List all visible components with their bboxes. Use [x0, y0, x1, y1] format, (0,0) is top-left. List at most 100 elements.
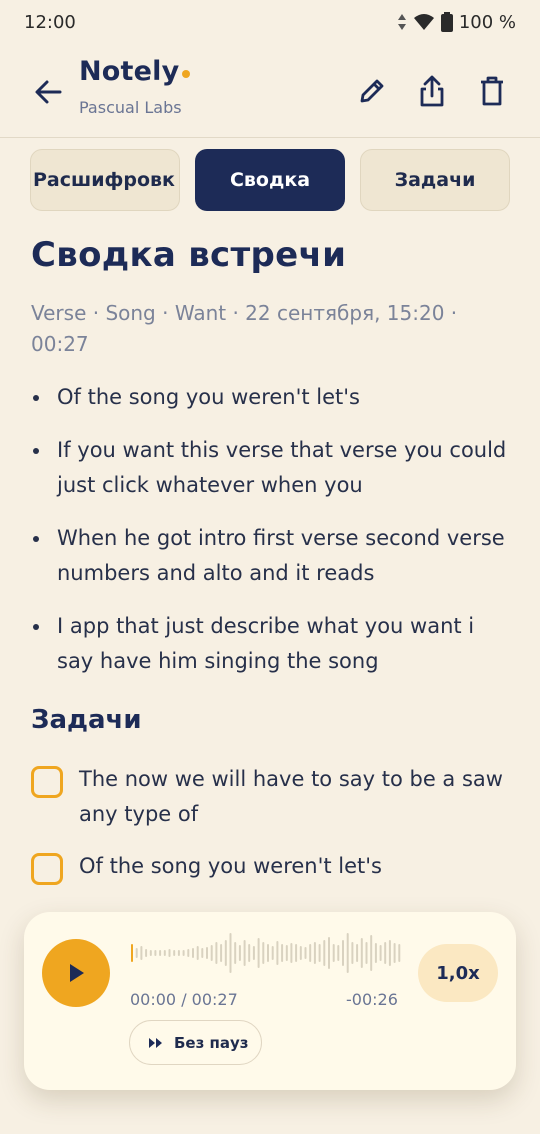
bullet-dot	[33, 448, 39, 454]
waveform-bar	[332, 944, 335, 962]
waveform-bar	[149, 950, 152, 956]
app-name: Notely	[79, 56, 180, 87]
waveform-bar	[163, 950, 166, 956]
summary-bullet: I app that just describe what you want i…	[31, 609, 511, 679]
waveform-bar	[337, 945, 340, 961]
skip-silence-button[interactable]: Без пауз	[129, 1020, 262, 1065]
arrow-back-icon	[35, 80, 62, 104]
waveform-bar	[196, 946, 199, 960]
playback-speed-button[interactable]: 1,0x	[418, 944, 498, 1002]
data-arrows-icon	[397, 14, 406, 30]
play-button[interactable]	[42, 939, 110, 1007]
waveform-bar	[346, 933, 349, 973]
waveform-bar	[356, 944, 359, 962]
summary-bullet-text: When he got intro first verse second ver…	[57, 526, 505, 585]
skip-silence-label: Без пауз	[174, 1033, 249, 1052]
waveform-bar	[248, 944, 251, 962]
waveform-bar	[182, 950, 185, 956]
waveform-bar	[393, 943, 396, 963]
app-brand: Notely	[79, 56, 191, 87]
waveform-bar	[379, 945, 382, 961]
summary-bullet: If you want this verse that verse you co…	[31, 433, 511, 503]
waveform-bar	[398, 944, 401, 962]
waveform-bar	[140, 946, 143, 960]
edit-button[interactable]	[356, 74, 388, 108]
summary-bullet-text: Of the song you weren't let's	[57, 385, 360, 409]
tab-summary[interactable]: Сводка	[195, 149, 345, 211]
bullet-dot	[33, 624, 39, 630]
task-text: Of the song you weren't let's	[79, 854, 382, 878]
back-button[interactable]	[30, 74, 66, 110]
waveform-bar	[290, 943, 293, 963]
waveform-bar	[388, 940, 391, 966]
waveform-bar	[328, 937, 330, 969]
skip-silence-icon	[149, 1037, 162, 1048]
waveform-bar	[229, 933, 232, 973]
waveform-bar	[267, 944, 269, 962]
remaining-time: -00:26	[346, 990, 398, 1009]
waveform-bar	[285, 945, 288, 961]
waveform-bar	[243, 940, 246, 966]
task-checkbox[interactable]	[31, 853, 63, 885]
waveform-bar	[234, 942, 237, 964]
task-item: The now we will have to say to be a saw …	[31, 766, 511, 832]
waveform-bar	[159, 950, 162, 956]
waveform-bar	[299, 946, 302, 960]
summary-bullet: When he got intro first verse second ver…	[31, 521, 511, 591]
waveform-bar	[342, 940, 344, 966]
waveform-bar	[252, 946, 255, 960]
waveform-bar	[173, 950, 176, 956]
audio-player: 00:00 / 00:27 -00:26 1,0x Без пауз	[24, 912, 516, 1090]
waveform-bar	[374, 943, 377, 963]
tab-bar: Расшифровк Сводка Задачи	[30, 149, 510, 211]
waveform-bar	[309, 944, 312, 962]
waveform-bar	[238, 945, 241, 961]
waveform-bar	[262, 942, 265, 964]
top-app-bar: Notely Pascual Labs	[0, 44, 540, 138]
waveform-bar	[351, 942, 354, 964]
waveform-bar	[201, 948, 204, 958]
waveform-bar	[224, 940, 227, 966]
summary-section: Сводка встречи Verse · Song · Want · 22 …	[31, 230, 511, 697]
waveform-bar	[313, 942, 316, 964]
summary-bullet-text: If you want this verse that verse you co…	[57, 438, 507, 497]
bullet-dot	[33, 536, 39, 542]
play-icon	[70, 964, 84, 982]
waveform-bar	[257, 938, 260, 968]
task-text: The now we will have to say to be a saw …	[79, 767, 503, 826]
waveform-bar	[271, 946, 274, 960]
waveform-bar	[135, 948, 138, 958]
battery-level: 100 %	[458, 11, 516, 33]
waveform-bar	[177, 950, 180, 956]
share-button[interactable]	[416, 74, 448, 108]
playback-time: 00:00 / 00:27	[130, 990, 238, 1009]
summary-bullet: Of the song you weren't let's	[31, 380, 511, 415]
tab-tasks[interactable]: Задачи	[360, 149, 510, 211]
waveform-bar	[220, 944, 223, 962]
brand-dot	[182, 70, 191, 78]
task-checkbox[interactable]	[31, 766, 63, 798]
summary-bullet-text: I app that just describe what you want i…	[57, 614, 475, 673]
status-time: 12:00	[24, 11, 76, 33]
waveform-bar	[360, 938, 363, 968]
waveform-bar	[281, 944, 284, 962]
waveform-bar	[192, 948, 194, 958]
waveform-bar	[323, 940, 326, 966]
status-indicators: 100 %	[397, 12, 516, 33]
summary-title: Сводка встречи	[31, 235, 347, 275]
edit-icon	[360, 79, 384, 103]
wifi-icon	[413, 14, 434, 30]
waveform-bar	[318, 944, 321, 962]
waveform-scrubber[interactable]	[130, 932, 402, 974]
waveform-bar	[370, 935, 373, 971]
waveform-bar	[295, 944, 298, 962]
bullet-dot	[33, 395, 39, 401]
summary-bullets: Of the song you weren't let's If you wan…	[31, 380, 511, 679]
tab-transcript[interactable]: Расшифровк	[30, 149, 180, 211]
waveform-bar	[145, 949, 148, 957]
waveform-bar	[206, 947, 208, 959]
waveform-bar	[168, 949, 171, 957]
waveform-bar	[276, 941, 279, 965]
delete-button[interactable]	[476, 74, 508, 108]
waveform-bar	[304, 947, 307, 959]
